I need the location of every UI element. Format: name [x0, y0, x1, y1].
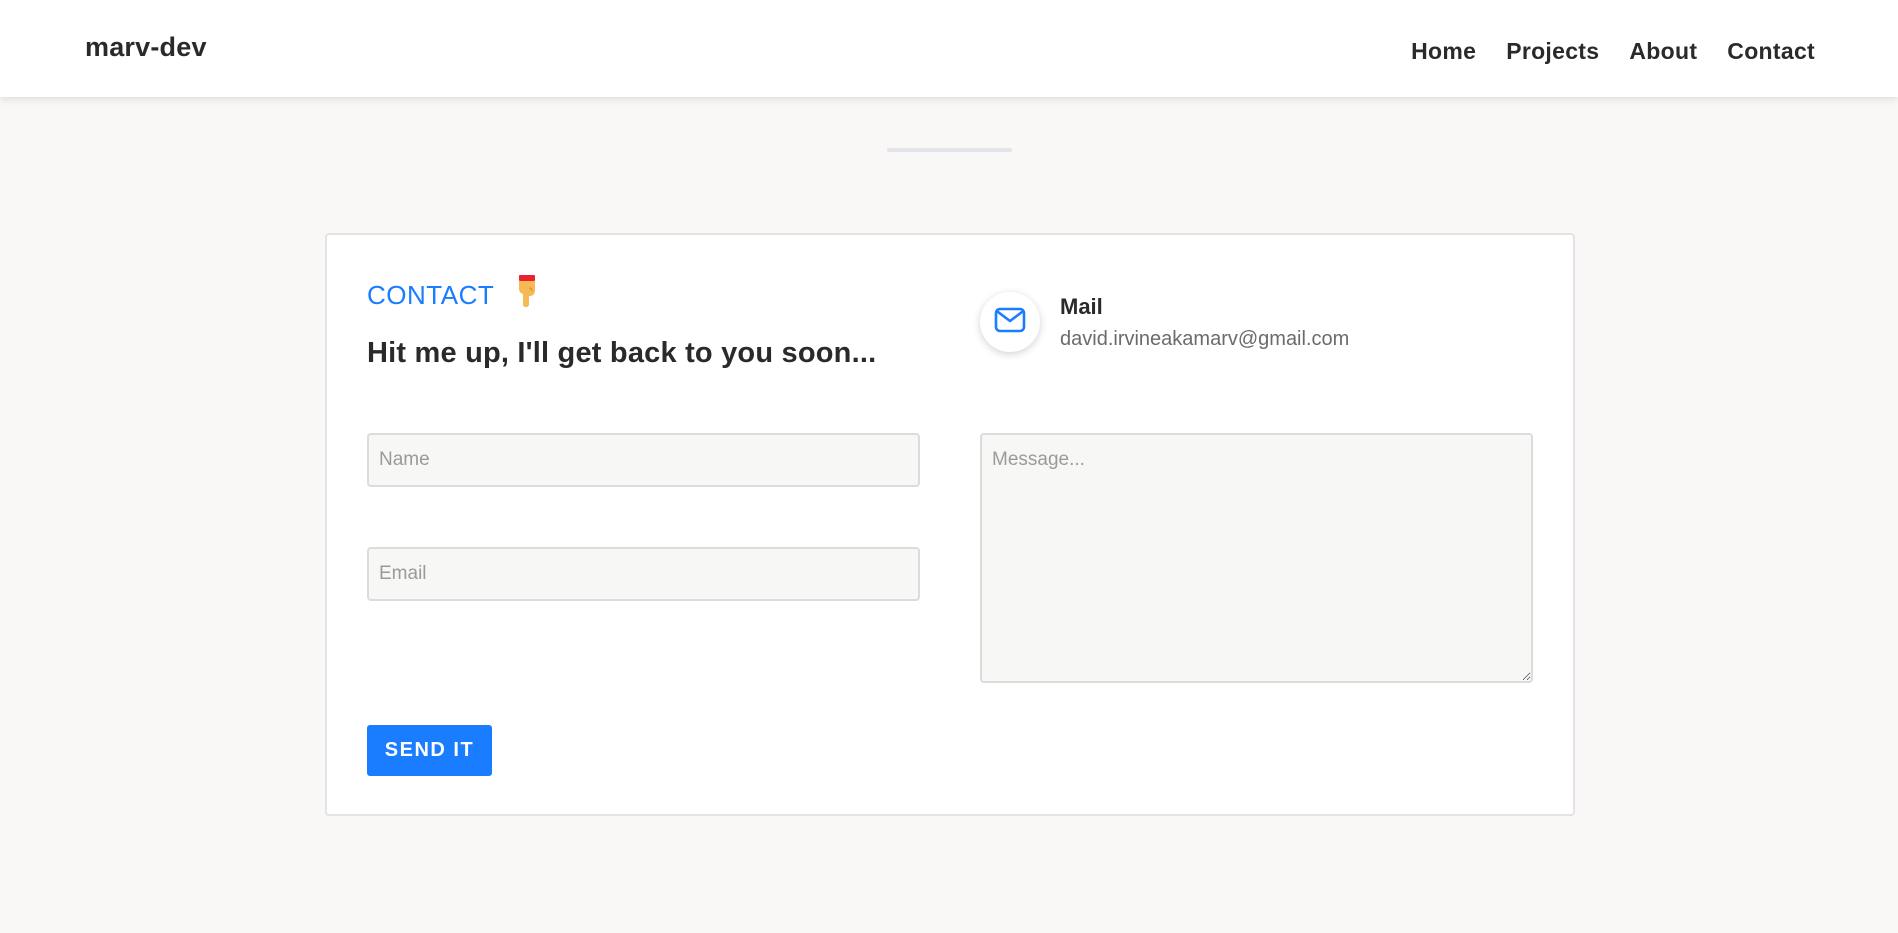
- email-input[interactable]: [367, 547, 920, 601]
- send-button[interactable]: SEND IT: [367, 725, 492, 776]
- mail-contact-info: Mail david.irvineakamarv@gmail.com: [980, 292, 1349, 352]
- message-textarea[interactable]: [980, 433, 1533, 683]
- site-header: marv-dev Home Projects About Contact: [0, 0, 1898, 97]
- nav-link-home[interactable]: Home: [1411, 38, 1476, 65]
- envelope-icon: [994, 307, 1026, 338]
- pointing-down-hand-icon: [516, 274, 542, 308]
- site-logo[interactable]: marv-dev: [85, 32, 207, 63]
- contact-card: CONTACT Hit me up, I'll get back to you …: [325, 233, 1575, 816]
- contact-kicker-label: CONTACT: [367, 279, 495, 310]
- main-nav: Home Projects About Contact: [1411, 38, 1815, 65]
- nav-link-projects[interactable]: Projects: [1506, 38, 1599, 65]
- mail-address[interactable]: david.irvineakamarv@gmail.com: [1060, 328, 1349, 351]
- mail-icon-badge: [980, 292, 1040, 352]
- section-divider: [887, 148, 1012, 152]
- mail-text: Mail david.irvineakamarv@gmail.com: [1060, 294, 1349, 351]
- nav-link-about[interactable]: About: [1629, 38, 1697, 65]
- contact-headline: Hit me up, I'll get back to you soon...: [367, 337, 877, 369]
- mail-title: Mail: [1060, 293, 1103, 319]
- nav-link-contact[interactable]: Contact: [1727, 38, 1815, 65]
- name-input[interactable]: [367, 433, 920, 487]
- contact-kicker: CONTACT: [367, 275, 542, 312]
